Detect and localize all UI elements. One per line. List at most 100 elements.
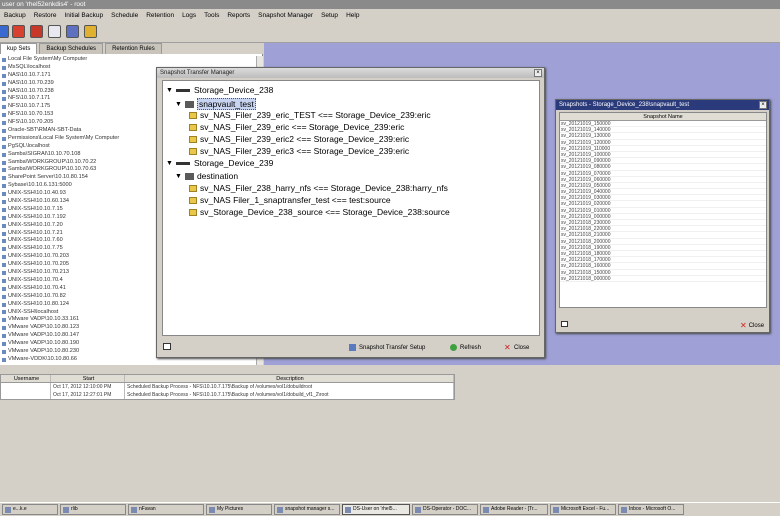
- backup-source-icon: [2, 144, 6, 149]
- backup-source-icon: [2, 215, 6, 220]
- list-item-label: UNIX-SSH\10.10.70.82: [8, 292, 66, 299]
- backup-source-icon: [2, 176, 6, 181]
- schedule-icon[interactable]: [30, 25, 43, 38]
- menu-restore[interactable]: Restore: [30, 12, 61, 19]
- menu-logs[interactable]: Logs: [178, 12, 200, 19]
- table-row[interactable]: sv_20121018_000000: [560, 276, 766, 282]
- tab-backup-sets[interactable]: kup Sets: [0, 43, 38, 54]
- tree-group-1[interactable]: ▼ snapvault_test: [175, 98, 256, 110]
- group-1-label: snapvault_test: [196, 98, 256, 110]
- job-username: [1, 391, 51, 399]
- list-item-label: Samba\SIGRAI\10.10.70.108: [8, 150, 81, 157]
- backup-source-icon: [2, 128, 6, 133]
- snapshot-transfer-item[interactable]: sv_NAS_Filer_238_harry_nfs <== Storage_D…: [189, 183, 448, 193]
- taskbar-item[interactable]: Inbox - Microsoft O...: [618, 504, 684, 515]
- snapshots-dialog-close-icon[interactable]: ×: [759, 101, 767, 109]
- snapshot-icon: [189, 147, 197, 155]
- jobs-table-header: Username Start Description: [1, 375, 454, 383]
- app-icon: [621, 506, 627, 513]
- taskbar-item[interactable]: My Pictures: [206, 504, 272, 515]
- tree-group-2[interactable]: ▼ destination: [175, 171, 238, 181]
- menu-initial-backup[interactable]: Initial Backup: [60, 12, 107, 19]
- restore-window-icon[interactable]: [163, 343, 171, 350]
- menu-help[interactable]: Help: [342, 12, 363, 19]
- job-description: Scheduled Backup Process - NFS\10.10.7.1…: [125, 383, 454, 391]
- expand-icon[interactable]: ▼: [166, 87, 173, 94]
- taskbar-item[interactable]: nFavan: [128, 504, 204, 515]
- snapshot-transfer-dialog: Snapshot Transfer Manager × ▼ Storage_De…: [156, 67, 545, 358]
- list-item-label: UNIX-SSH\10.10.7.15: [8, 205, 63, 212]
- menu-schedule[interactable]: Schedule: [107, 12, 142, 19]
- taskbar: e...k.e rlib nFavan My Pictures snapshot man…: [0, 502, 780, 516]
- backup-source-icon: [2, 318, 6, 323]
- tab-retention-rules[interactable]: Retention Rules: [105, 43, 162, 54]
- taskbar-item-label: DS-Operator - DOC...: [423, 506, 472, 512]
- tree-device-1[interactable]: ▼ Storage_Device_238: [166, 85, 273, 95]
- backup-source-icon: [2, 65, 6, 70]
- reports-icon[interactable]: [48, 25, 61, 38]
- menu-backup[interactable]: Backup: [0, 12, 30, 19]
- snapshot-name-column-header[interactable]: Snapshot Name: [560, 113, 766, 121]
- restore-window-icon[interactable]: [561, 321, 568, 327]
- tab-backup-schedules[interactable]: Backup Schedules: [39, 43, 104, 54]
- username-column-header[interactable]: Username: [1, 375, 51, 382]
- help-icon[interactable]: [84, 25, 97, 38]
- menu-bar: Backup Restore Initial Backup Schedule R…: [0, 9, 780, 21]
- table-row[interactable]: Oct 17, 2012 12:27:01 PM Scheduled Backu…: [1, 391, 454, 399]
- close-icon: ✕: [504, 343, 511, 352]
- menu-retention[interactable]: Retention: [142, 12, 178, 19]
- backup-source-icon: [2, 207, 6, 212]
- list-item-label: VMware VADP\10.10.80.147: [8, 332, 80, 339]
- taskbar-item[interactable]: snapshot manager s...: [274, 504, 340, 515]
- taskbar-item[interactable]: Adobe Reader - [Tr...: [480, 504, 548, 515]
- backup-source-icon: [2, 357, 6, 362]
- snapshot-transfer-setup-button[interactable]: Snapshot Transfer Setup: [349, 344, 425, 351]
- taskbar-item[interactable]: DS-User on 'rhel5...: [342, 504, 410, 515]
- logs-icon[interactable]: [66, 25, 79, 38]
- restore-icon[interactable]: [12, 25, 25, 38]
- menu-reports[interactable]: Reports: [223, 12, 254, 19]
- list-item-label: Samba\WORKGROUP\10.10.70.22: [8, 158, 97, 165]
- tree-device-2[interactable]: ▼ Storage_Device_239: [166, 158, 273, 168]
- start-column-header[interactable]: Start: [51, 375, 125, 382]
- list-item-label: UNIX-SSH\10.10.7.20: [8, 221, 63, 228]
- list-item-label: UNIX-SSH\10.10.7.75: [8, 245, 63, 252]
- table-row[interactable]: Oct 17, 2012 12:10:00 PM Scheduled Backu…: [1, 383, 454, 391]
- close-label: Close: [514, 344, 530, 351]
- taskbar-item[interactable]: DS-Operator - DOC...: [412, 504, 478, 515]
- transfer-dialog-close-icon[interactable]: ×: [534, 69, 542, 77]
- backup-source-icon: [2, 342, 6, 346]
- snapshot-transfer-item[interactable]: sv_NAS_Filer_239_eric <== Storage_Device…: [189, 122, 404, 132]
- taskbar-item[interactable]: rlib: [60, 504, 126, 515]
- menu-snapshot-manager[interactable]: Snapshot Manager: [254, 12, 317, 19]
- expand-icon[interactable]: ▼: [175, 173, 182, 180]
- backup-icon[interactable]: [0, 25, 9, 38]
- backup-source-icon: [2, 57, 6, 62]
- menu-setup[interactable]: Setup: [317, 12, 342, 19]
- snapshots-close-button[interactable]: ✕ Close: [740, 321, 764, 330]
- snapshot-transfer-label: sv_NAS_Filer_239_eric3 <== Storage_Devic…: [200, 146, 410, 156]
- snapshot-icon: [189, 135, 197, 143]
- list-item[interactable]: Local File System\My Computer: [0, 56, 255, 64]
- snapshot-transfer-item[interactable]: sv_NAS Filer_1_snaptransfer_test <== tes…: [189, 195, 391, 205]
- menu-tools[interactable]: Tools: [200, 12, 223, 19]
- list-item-label: NAS\10.10.7.171: [8, 71, 51, 78]
- description-column-header[interactable]: Description: [125, 375, 454, 382]
- refresh-button[interactable]: Refresh: [450, 344, 481, 351]
- job-username: [1, 383, 51, 391]
- snapshot-transfer-item[interactable]: sv_NAS_Filer_239_eric2 <== Storage_Devic…: [189, 134, 409, 144]
- folder-icon: [184, 100, 194, 108]
- snapshot-transfer-item[interactable]: sv_NAS_Filer_239_eric3 <== Storage_Devic…: [189, 146, 409, 156]
- snapshot-transfer-item[interactable]: sv_NAS_Filer_239_eric_TEST <== Storage_D…: [189, 110, 431, 120]
- expand-icon[interactable]: ▼: [175, 101, 182, 108]
- backup-source-icon: [2, 223, 6, 228]
- taskbar-item[interactable]: e...k.e: [2, 504, 58, 515]
- snapshot-transfer-item[interactable]: sv_Storage_Device_238_source <== Storage…: [189, 207, 450, 217]
- expand-icon[interactable]: ▼: [166, 160, 173, 167]
- taskbar-item-label: My Pictures: [217, 506, 244, 512]
- list-item-label: UNIX-SSH\10.10.70.41: [8, 284, 66, 291]
- taskbar-item-label: e...k.e: [13, 506, 27, 512]
- close-button[interactable]: ✕ Close: [504, 343, 530, 352]
- transfer-tree: ▼ Storage_Device_238 ▼ snapvault_test sv…: [162, 80, 540, 336]
- taskbar-item[interactable]: Microsoft Excel - Fu...: [550, 504, 616, 515]
